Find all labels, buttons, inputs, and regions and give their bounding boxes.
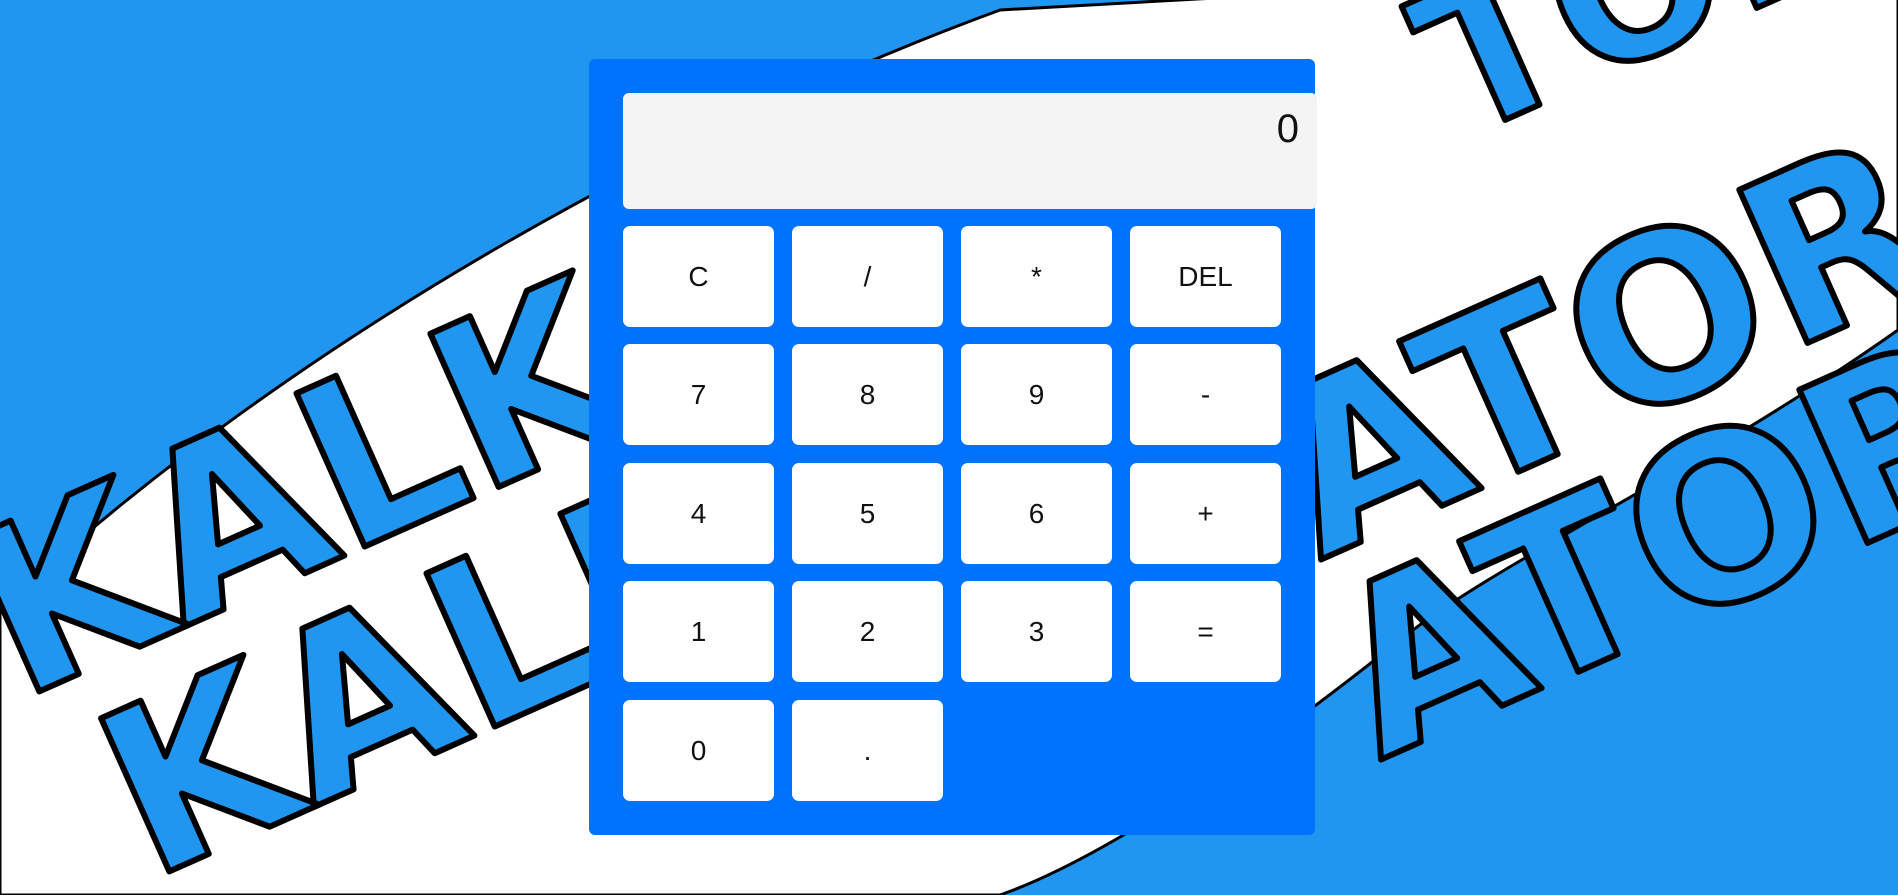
digit-4-button[interactable]: 4 (623, 463, 774, 564)
calculator-display: 0 (623, 93, 1317, 209)
delete-button[interactable]: DEL (1130, 226, 1281, 327)
digit-1-button[interactable]: 1 (623, 581, 774, 682)
calculator-panel: 0 C / * DEL 7 8 9 - 4 5 6 + 1 2 3 = 0 . (589, 59, 1317, 835)
multiply-button[interactable]: * (961, 226, 1112, 327)
digit-9-button[interactable]: 9 (961, 344, 1112, 445)
digit-7-button[interactable]: 7 (623, 344, 774, 445)
digit-6-button[interactable]: 6 (961, 463, 1112, 564)
digit-5-button[interactable]: 5 (792, 463, 943, 564)
digit-0-button[interactable]: 0 (623, 700, 774, 801)
digit-8-button[interactable]: 8 (792, 344, 943, 445)
page-background: KALK KALK ATOR ATOR TOR 0 C / * DEL 7 8 … (0, 0, 1898, 895)
equals-button[interactable]: = (1130, 581, 1281, 682)
digit-2-button[interactable]: 2 (792, 581, 943, 682)
divide-button[interactable]: / (792, 226, 943, 327)
subtract-button[interactable]: - (1130, 344, 1281, 445)
digit-3-button[interactable]: 3 (961, 581, 1112, 682)
clear-button[interactable]: C (623, 226, 774, 327)
decimal-button[interactable]: . (792, 700, 943, 801)
add-button[interactable]: + (1130, 463, 1281, 564)
